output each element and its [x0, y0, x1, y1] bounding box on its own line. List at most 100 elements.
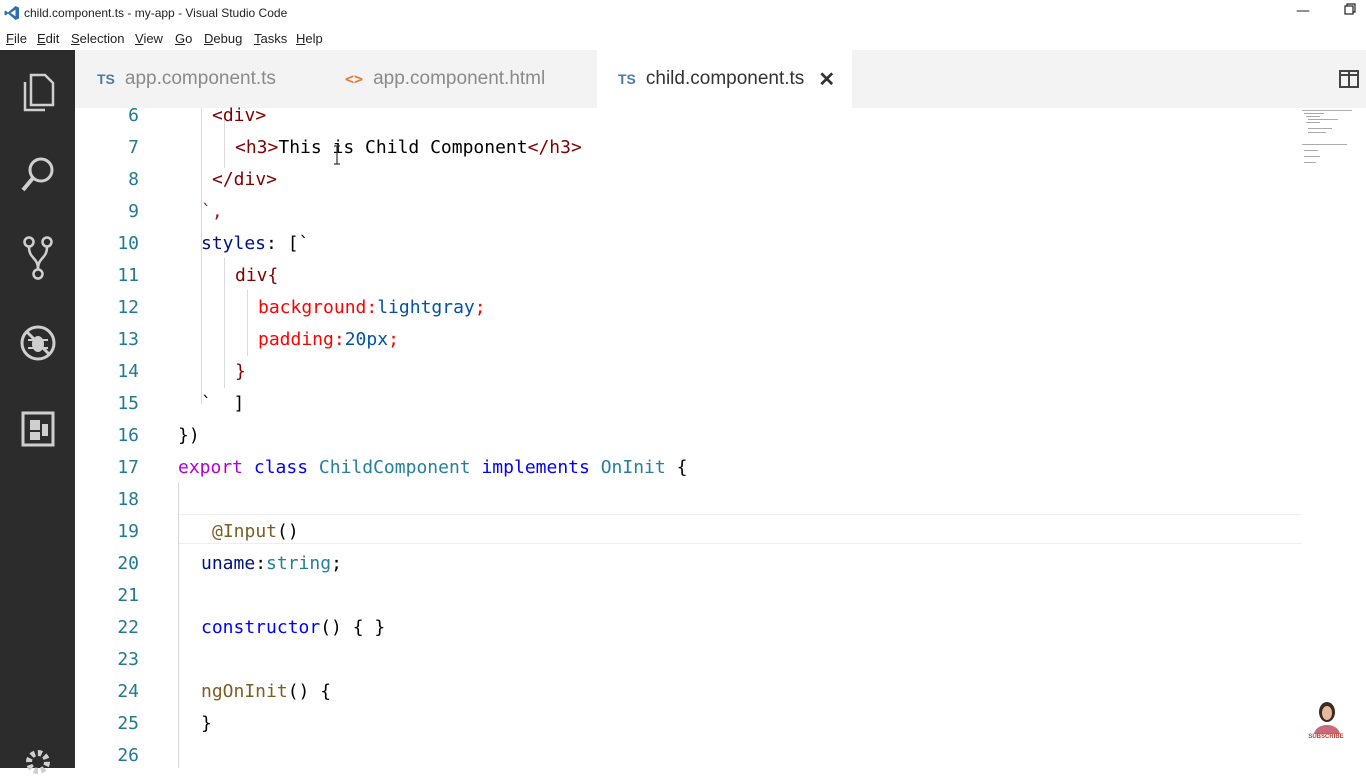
code-line: 17 export class ChildComponent implement…: [75, 452, 1300, 484]
text-cursor-icon: [334, 145, 340, 165]
menu-go[interactable]: Go: [175, 31, 192, 46]
code-token: }: [201, 713, 212, 734]
line-number: 10: [117, 233, 139, 254]
line-number: 6: [128, 105, 139, 126]
code-token: styles: [201, 233, 267, 254]
code-line: 23: [75, 644, 1300, 676]
line-number: 8: [128, 169, 139, 190]
line-number: 17: [117, 457, 139, 478]
line-number: 26: [117, 745, 139, 766]
code-line: 22 constructor() { }: [75, 612, 1300, 644]
menu-bar: File Edit Selection View Go Debug Tasks …: [0, 27, 1366, 50]
menu-debug[interactable]: Debug: [204, 31, 242, 46]
tab-label: app.component.ts: [124, 68, 276, 89]
code-token: (): [277, 521, 299, 542]
extensions-icon[interactable]: [16, 406, 60, 450]
code-line: 16 }): [75, 420, 1300, 452]
line-number: 25: [117, 713, 139, 734]
code-token: <div>: [212, 105, 267, 126]
code-token: class: [253, 457, 309, 478]
typescript-icon: TS: [618, 71, 636, 87]
search-icon[interactable]: [16, 153, 60, 197]
line-number: 15: [117, 393, 139, 414]
code-token: implements: [481, 457, 590, 478]
code-editor[interactable]: 6 <div> 7 <h3>This is Child Component</h…: [75, 105, 1366, 768]
code-line: 26: [75, 740, 1300, 772]
code-token: ;: [474, 297, 486, 318]
code-line: 25 }: [75, 708, 1300, 740]
line-number: 9: [128, 201, 139, 222]
code-token: `,: [201, 201, 223, 222]
code-token: </div>: [212, 169, 278, 190]
code-token: background: [258, 297, 367, 318]
code-token: }: [235, 361, 246, 382]
code-token: constructor: [201, 617, 321, 638]
html-icon: <>: [345, 70, 364, 88]
title-bar: child.component.ts - my-app - Visual Stu…: [0, 0, 1366, 27]
code-line: 24 ngOnInit() {: [75, 676, 1300, 708]
line-number: 11: [117, 265, 139, 286]
code-token: () {: [287, 681, 332, 702]
typescript-icon: TS: [97, 71, 115, 87]
code-line: 20 uname:string;: [75, 548, 1300, 580]
avatar: [1314, 702, 1340, 734]
code-token: </h3>: [527, 137, 582, 158]
tab-label: app.component.html: [373, 68, 546, 89]
menu-tasks[interactable]: Tasks: [254, 31, 287, 46]
code-line: 13 padding:20px;: [75, 324, 1300, 356]
source-control-icon[interactable]: [16, 236, 60, 280]
code-line: 12 background:lightgray;: [75, 292, 1300, 324]
debug-icon[interactable]: [16, 321, 60, 365]
code-token: This is Child Component: [278, 137, 528, 158]
line-number: 22: [117, 617, 139, 638]
line-number: 24: [117, 681, 139, 702]
subscribe-label: SUBSCRIBE: [1308, 734, 1344, 740]
restore-icon[interactable]: [1338, 3, 1362, 19]
close-tab-icon[interactable]: ✕: [818, 67, 835, 92]
vscode-logo-icon: [4, 6, 19, 20]
code-line: 6 <div>: [75, 100, 1300, 132]
minimap[interactable]: [1300, 108, 1360, 178]
code-token: }): [178, 425, 200, 446]
code-token: : [`: [266, 233, 310, 254]
line-number: 23: [117, 649, 139, 670]
explorer-icon[interactable]: [16, 70, 60, 114]
menu-edit[interactable]: Edit: [37, 31, 59, 46]
code-line: 8 </div>: [75, 164, 1300, 196]
line-number: 14: [117, 361, 139, 382]
menu-file[interactable]: File: [6, 31, 27, 46]
line-number: 20: [117, 553, 139, 574]
code-token: :: [333, 329, 345, 350]
code-line: 15 ` ]: [75, 388, 1300, 420]
code-token: export: [178, 457, 244, 478]
code-token: <h3>: [235, 137, 279, 158]
code-token: () { }: [320, 617, 386, 638]
code-token: uname: [201, 553, 256, 574]
line-number: 18: [117, 489, 139, 510]
code-token: {: [267, 265, 279, 286]
minimize-icon[interactable]: —: [1291, 3, 1315, 19]
code-token: @Input: [212, 521, 278, 542]
subscribe-watermark[interactable]: SUBSCRIBE: [1306, 700, 1346, 744]
code-line: 14 }: [75, 356, 1300, 388]
code-token: 20px: [344, 329, 389, 350]
line-number: 19: [117, 521, 139, 542]
code-line: 19 @Input(): [75, 516, 1300, 548]
split-editor-icon[interactable]: [1339, 70, 1359, 88]
code-line: 7 <h3>This is Child Component</h3>: [75, 132, 1300, 164]
line-number: 21: [117, 585, 139, 606]
code-token: div: [235, 265, 268, 286]
settings-gear-icon[interactable]: [16, 740, 60, 784]
code-line: 9 `,: [75, 196, 1300, 228]
line-number: 13: [117, 329, 139, 350]
menu-view[interactable]: View: [135, 31, 163, 46]
line-number: 12: [117, 297, 139, 318]
tab-label: child.component.ts: [645, 68, 805, 89]
menu-help[interactable]: Help: [296, 31, 323, 46]
menu-selection[interactable]: Selection: [71, 31, 124, 46]
code-token: ngOnInit: [201, 681, 288, 702]
code-line: 10 styles: [`: [75, 228, 1300, 260]
code-token: :: [366, 297, 378, 318]
activity-bar: [0, 50, 75, 774]
code-token: string: [266, 553, 332, 574]
